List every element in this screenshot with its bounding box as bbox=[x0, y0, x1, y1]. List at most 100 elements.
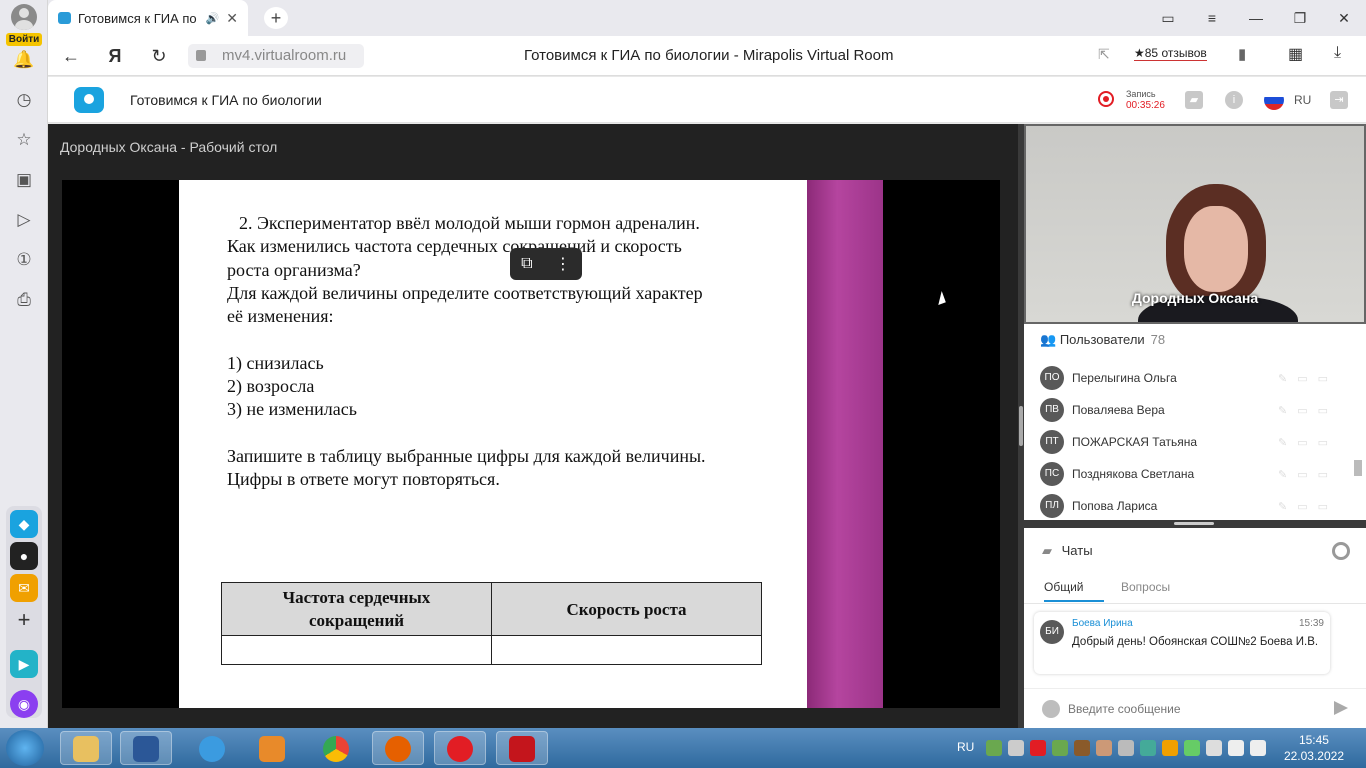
mirapolis-app-icon[interactable]: ◆ bbox=[10, 510, 38, 538]
panel-splitter-horizontal[interactable] bbox=[1024, 520, 1366, 528]
chat-input[interactable] bbox=[1068, 698, 1318, 720]
lock-icon[interactable] bbox=[196, 50, 206, 61]
keyboard-language[interactable]: RU bbox=[957, 728, 974, 766]
chat-message: БИ Боева Ирина 15:39 Добрый день! Обоянс… bbox=[1034, 612, 1330, 674]
play-icon[interactable]: ▷ bbox=[10, 206, 38, 234]
webcam-video[interactable]: Дородных Оксана bbox=[1024, 124, 1366, 324]
yandex-icon[interactable]: Я bbox=[102, 44, 128, 68]
tray-icon[interactable] bbox=[1096, 740, 1112, 756]
ie-taskbar-button[interactable] bbox=[186, 731, 238, 765]
volume-icon[interactable] bbox=[1206, 740, 1222, 756]
user-name: Перелыгина Ольга bbox=[1072, 371, 1177, 385]
gear-icon[interactable] bbox=[1332, 542, 1350, 560]
counter-icon[interactable]: ① bbox=[10, 246, 38, 274]
firefox-taskbar-button[interactable] bbox=[372, 731, 424, 765]
explorer-taskbar-button[interactable] bbox=[60, 731, 112, 765]
clock[interactable]: 15:45 22.03.2022 bbox=[1284, 732, 1344, 764]
network-icon[interactable] bbox=[1250, 740, 1266, 756]
flag-icon[interactable] bbox=[1228, 740, 1244, 756]
open-external-icon[interactable]: ⧉ bbox=[521, 255, 532, 273]
list-item[interactable]: ПО Перелыгина Ольга ✎▭▭ bbox=[1024, 362, 1366, 394]
login-button[interactable]: Войти bbox=[0, 4, 48, 46]
alice-app-icon[interactable]: ● bbox=[10, 542, 38, 570]
sound-icon[interactable]: 🔊 bbox=[206, 12, 220, 25]
avatar: ПЛ bbox=[1040, 494, 1064, 518]
chrome-taskbar-button[interactable] bbox=[310, 731, 362, 765]
history-icon[interactable]: ◷ bbox=[10, 86, 38, 114]
word-taskbar-button[interactable] bbox=[120, 731, 172, 765]
new-tab-button[interactable]: + bbox=[264, 7, 288, 29]
menu-icon[interactable]: ≡ bbox=[1190, 0, 1234, 36]
avatar: ПТ bbox=[1040, 430, 1064, 454]
bell-icon[interactable]: 🔔 bbox=[10, 46, 38, 74]
tray-icon[interactable] bbox=[1052, 740, 1068, 756]
download-icon[interactable]: ⤓ bbox=[1334, 44, 1341, 62]
slide-line bbox=[227, 422, 787, 445]
close-window-icon[interactable]: ✕ bbox=[1322, 0, 1366, 36]
tray-icon[interactable] bbox=[986, 740, 1002, 756]
reviews-link[interactable]: ★85 отзывов bbox=[1134, 46, 1207, 61]
restore-icon[interactable]: ❐ bbox=[1278, 0, 1322, 36]
back-icon[interactable]: ← bbox=[58, 44, 84, 68]
russia-flag-icon[interactable] bbox=[1264, 90, 1284, 110]
bookmark-icon[interactable]: ▮ bbox=[1238, 45, 1246, 63]
exit-icon[interactable]: ⇥ bbox=[1330, 91, 1348, 109]
add-app-icon[interactable]: + bbox=[10, 606, 38, 634]
browser-tab[interactable]: Готовимся к ГИА по 🔊 ✕ bbox=[48, 0, 248, 36]
acrobat-taskbar-button[interactable] bbox=[496, 731, 548, 765]
share-icon[interactable]: ⇱ bbox=[1098, 46, 1110, 63]
tray-icon[interactable] bbox=[1118, 740, 1134, 756]
emoji-icon[interactable] bbox=[1042, 700, 1060, 718]
start-button[interactable] bbox=[6, 730, 44, 766]
table-cell bbox=[221, 635, 492, 665]
list-item[interactable]: ПС Позднякова Светлана ✎▭▭ bbox=[1024, 458, 1366, 490]
right-panel: Дородных Оксана 👥 Пользователи 78 ПО Перел… bbox=[1024, 124, 1366, 728]
record-label: Запись bbox=[1126, 89, 1156, 99]
acrobat-icon bbox=[509, 736, 535, 762]
tab-menu-icon[interactable]: ▭ bbox=[1146, 0, 1190, 36]
table-header-label: Частота сердечных сокращений bbox=[282, 588, 431, 630]
send-icon[interactable] bbox=[1334, 701, 1348, 715]
shared-screen[interactable]: 2. Экспериментатор ввёл молодой мыши гор… bbox=[62, 180, 1000, 708]
reload-icon[interactable]: ↻ bbox=[146, 44, 172, 68]
tray-icon[interactable] bbox=[1074, 740, 1090, 756]
folder-icon[interactable]: ▰ bbox=[1185, 91, 1203, 109]
more-options-icon[interactable]: ⋮ bbox=[555, 254, 571, 274]
record-icon[interactable] bbox=[1098, 91, 1114, 107]
tray-icon[interactable] bbox=[1162, 740, 1178, 756]
messenger-icon[interactable]: ▶ bbox=[10, 650, 38, 678]
users-scroll-thumb[interactable] bbox=[1354, 460, 1362, 476]
minimize-icon[interactable]: — bbox=[1234, 0, 1278, 36]
tray-icon[interactable] bbox=[1184, 740, 1200, 756]
users-count: 78 bbox=[1150, 332, 1166, 347]
language-selector[interactable]: RU bbox=[1294, 77, 1311, 123]
stage-title: Дородных Оксана - Рабочий стол bbox=[60, 139, 278, 155]
users-scrollbar[interactable] bbox=[1354, 372, 1362, 520]
url-field[interactable]: mv4.virtualroom.ru bbox=[188, 44, 364, 68]
screenshot-icon[interactable]: ⎙ bbox=[10, 286, 38, 314]
message-time: 15:39 bbox=[1298, 618, 1324, 629]
media-taskbar-button[interactable] bbox=[246, 731, 298, 765]
list-item[interactable]: ПВ Поваляева Вера ✎▭▭ bbox=[1024, 394, 1366, 426]
list-item[interactable]: ПЛ Попова Лариса ✎▭▭ bbox=[1024, 490, 1366, 520]
mail-app-icon[interactable]: ✉ bbox=[10, 574, 38, 602]
window-controls: ▭ ≡ — ❐ ✕ bbox=[1146, 0, 1366, 36]
info-icon[interactable]: i bbox=[1225, 91, 1243, 109]
table-header: Частота сердечных сокращений bbox=[221, 582, 492, 636]
tray-icon[interactable] bbox=[1030, 740, 1046, 756]
list-item[interactable]: ПТ ПОЖАРСКАЯ Татьяна ✎▭▭ bbox=[1024, 426, 1366, 458]
star-icon[interactable]: ☆ bbox=[10, 126, 38, 154]
yandex-taskbar-button[interactable] bbox=[434, 731, 486, 765]
assistant-icon[interactable]: ◉ bbox=[10, 690, 38, 718]
tab-questions[interactable]: Вопросы bbox=[1121, 574, 1170, 600]
tray-icon[interactable] bbox=[1008, 740, 1024, 756]
collections-icon[interactable]: ▣ bbox=[10, 166, 38, 194]
extensions-icon[interactable]: ▦ bbox=[1288, 44, 1303, 64]
users-header[interactable]: 👥 Пользователи 78 bbox=[1040, 332, 1165, 348]
firefox-icon bbox=[385, 736, 411, 762]
tray-icon[interactable] bbox=[1140, 740, 1156, 756]
browser-sidebar: Войти 🔔 ◷ ☆ ▣ ▷ ① ⎙ ◆ ● ✉ + ▶ ◉ bbox=[0, 0, 48, 728]
slide-line: Цифры в ответе могут повторяться. bbox=[227, 469, 500, 490]
tab-general[interactable]: Общий bbox=[1044, 574, 1104, 602]
close-tab-icon[interactable]: ✕ bbox=[226, 10, 238, 27]
